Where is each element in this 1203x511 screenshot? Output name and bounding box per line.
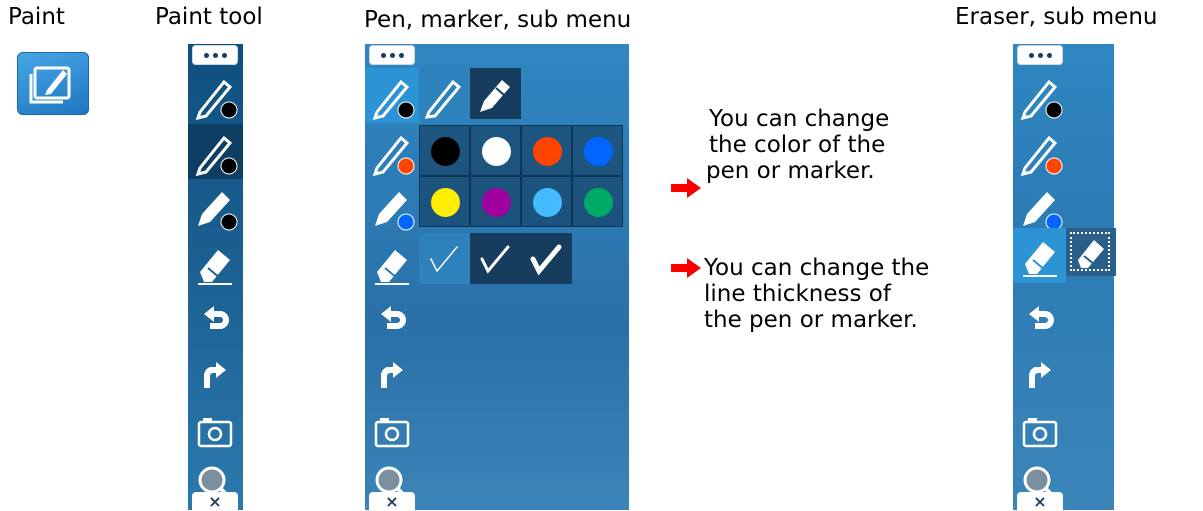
marker-black-tool[interactable] <box>188 180 243 235</box>
color-black[interactable] <box>419 125 470 176</box>
close-icon[interactable]: × <box>1017 492 1063 511</box>
pen-submenu-panel: × <box>365 44 629 511</box>
ellipsis-icon[interactable] <box>369 45 415 65</box>
color-green[interactable] <box>572 176 623 227</box>
marker-option[interactable] <box>470 68 521 119</box>
ellipsis-icon[interactable] <box>1017 45 1063 65</box>
color-note: You can change the color of the pen or m… <box>706 106 889 184</box>
pen-black-tool[interactable] <box>365 68 420 123</box>
thickness-note-line-1: You can change the <box>704 255 930 281</box>
color-white[interactable] <box>470 125 521 176</box>
pen-black-tool[interactable] <box>188 68 243 123</box>
thickness-thick[interactable] <box>521 233 572 284</box>
undo-icon[interactable] <box>365 292 420 347</box>
caption-pen-submenu: Pen, marker, sub menu <box>364 7 632 33</box>
redo-icon[interactable] <box>188 348 243 403</box>
thickness-note-line-2: line thickness of <box>704 281 891 307</box>
close-icon[interactable]: × <box>192 492 238 511</box>
redo-icon[interactable] <box>365 348 420 403</box>
ellipsis-icon[interactable] <box>192 45 238 65</box>
eraser-tool[interactable] <box>188 236 243 291</box>
thickness-thin[interactable] <box>419 233 470 284</box>
camera-icon[interactable] <box>188 404 243 459</box>
eraser-tool[interactable] <box>365 236 420 291</box>
caption-eraser-submenu: Eraser, sub menu <box>955 4 1158 30</box>
red-arrow-icon <box>671 258 701 278</box>
caption-paint: Paint <box>8 4 65 30</box>
eraser-tool[interactable] <box>1013 228 1066 283</box>
color-light-blue[interactable] <box>521 176 572 227</box>
color-purple[interactable] <box>470 176 521 227</box>
submenu-toolbar: × <box>365 44 421 511</box>
eraser-area-option[interactable] <box>1066 228 1116 276</box>
color-blue[interactable] <box>572 125 623 176</box>
undo-icon[interactable] <box>188 292 243 347</box>
color-yellow[interactable] <box>419 176 470 227</box>
marker-blue-tool[interactable] <box>1013 180 1068 235</box>
color-note-line-2: the color of the <box>709 132 886 158</box>
paint-toolbar: × <box>188 44 243 511</box>
color-note-line-3: pen or marker. <box>706 158 875 184</box>
eraser-submenu-panel: × <box>1013 44 1114 511</box>
pen-orange-tool[interactable] <box>365 124 420 179</box>
pen-thin-option[interactable] <box>419 68 470 119</box>
pen-orange-tool[interactable] <box>1013 124 1068 179</box>
color-note-line-1: You can change <box>709 106 890 132</box>
undo-icon[interactable] <box>1013 292 1068 347</box>
redo-icon[interactable] <box>1013 348 1068 403</box>
thickness-note-line-3: the pen or marker. <box>704 307 918 333</box>
paint-app-icon[interactable] <box>17 52 89 115</box>
pen-black-tool[interactable] <box>1013 68 1068 123</box>
thickness-medium[interactable] <box>470 233 521 284</box>
camera-icon[interactable] <box>365 404 420 459</box>
camera-icon[interactable] <box>1013 404 1068 459</box>
pen-black-2-tool[interactable] <box>188 124 243 179</box>
red-arrow-icon <box>671 178 701 198</box>
thickness-note: You can change the line thickness of the… <box>704 255 929 333</box>
caption-paint-tool: Paint tool <box>155 4 263 30</box>
color-orange[interactable] <box>521 125 572 176</box>
marker-blue-tool[interactable] <box>365 180 420 235</box>
close-icon[interactable]: × <box>369 492 415 511</box>
